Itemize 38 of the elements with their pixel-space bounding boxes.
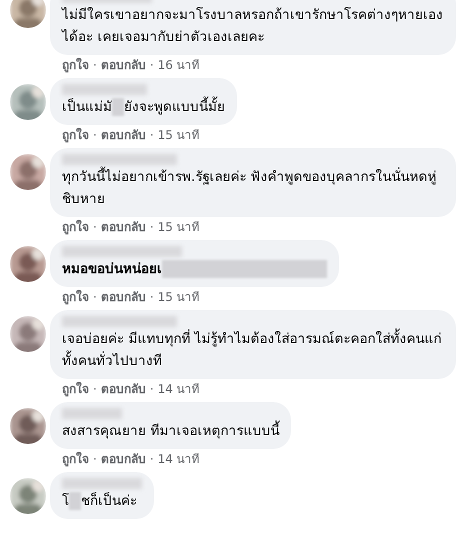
like-link[interactable]: ถูกใจ — [62, 57, 89, 73]
separator-dot: · — [93, 289, 97, 305]
comment-time: 14 นาที — [158, 381, 200, 397]
separator-dot: · — [150, 289, 154, 305]
separator-dot: · — [93, 127, 97, 143]
comment-text: โ ชก็เป็นค่ะ — [62, 491, 138, 512]
separator-dot: · — [150, 127, 154, 143]
comment-text: ไม่มีใครเขาอยากจะมาโรงบาลหรอกถ้าเขารักษาโรคต่างๆหายเองได้อะ เคยเจอมากับย่าตัวเองเลยคะ — [62, 6, 444, 47]
comment-text: ทุกวันนี้ไม่อยากเข้ารพ.รัฐเลยค่ะ ฟังคำพูดของบุคลากรในนั่นหดหู่ชิบหาย — [62, 166, 444, 210]
reply-link[interactable]: ตอบกลับ — [100, 451, 146, 467]
comment-time: 15 นาที — [158, 219, 200, 235]
comment-text: สงสารคุณยาย ทีมาเจอเหตุการแบบนี้ — [62, 420, 280, 442]
blurred-name — [62, 408, 122, 419]
separator-dot: · — [150, 219, 154, 235]
comment-text: เป็นแม่มั ยังจะพูดแบบนี้มั้ย — [62, 96, 225, 118]
separator-dot: · — [150, 381, 154, 397]
like-link[interactable]: ถูกใจ — [62, 127, 89, 143]
comment-time: 15 นาที — [158, 289, 200, 305]
separator-dot: · — [93, 451, 97, 467]
comment-text: เจอบ่อยค่ะ มีแทบทุกที่ ไม่รู้ทำไมต้องใส่อารมณ์ตะคอกใส่ทั้งคนแก่ทั้งคนทั่วไปบางที — [62, 328, 444, 372]
separator-dot: · — [93, 57, 97, 73]
separator-dot: · — [150, 451, 154, 467]
comment-text: หมอขอบ่นหน่อยเ — [62, 258, 327, 280]
like-link[interactable]: ถูกใจ — [62, 381, 89, 397]
reply-link[interactable]: ตอบกลับ — [100, 127, 146, 143]
comment-time: 16 นาที — [158, 57, 200, 73]
reply-link[interactable]: ตอบกลับ — [100, 57, 146, 73]
like-link[interactable]: ถูกใจ — [62, 451, 89, 467]
like-link[interactable]: ถูกใจ — [62, 219, 89, 235]
reply-link[interactable]: ตอบกลับ — [100, 289, 146, 305]
reply-link[interactable]: ตอบกลับ — [100, 381, 146, 397]
comment-time: 15 นาที — [158, 127, 200, 143]
reply-link[interactable]: ตอบกลับ — [100, 219, 146, 235]
comment-time: 14 นาที — [158, 451, 200, 467]
separator-dot: · — [93, 219, 97, 235]
separator-dot: · — [93, 381, 97, 397]
separator-dot: · — [150, 57, 154, 73]
like-link[interactable]: ถูกใจ — [62, 289, 89, 305]
